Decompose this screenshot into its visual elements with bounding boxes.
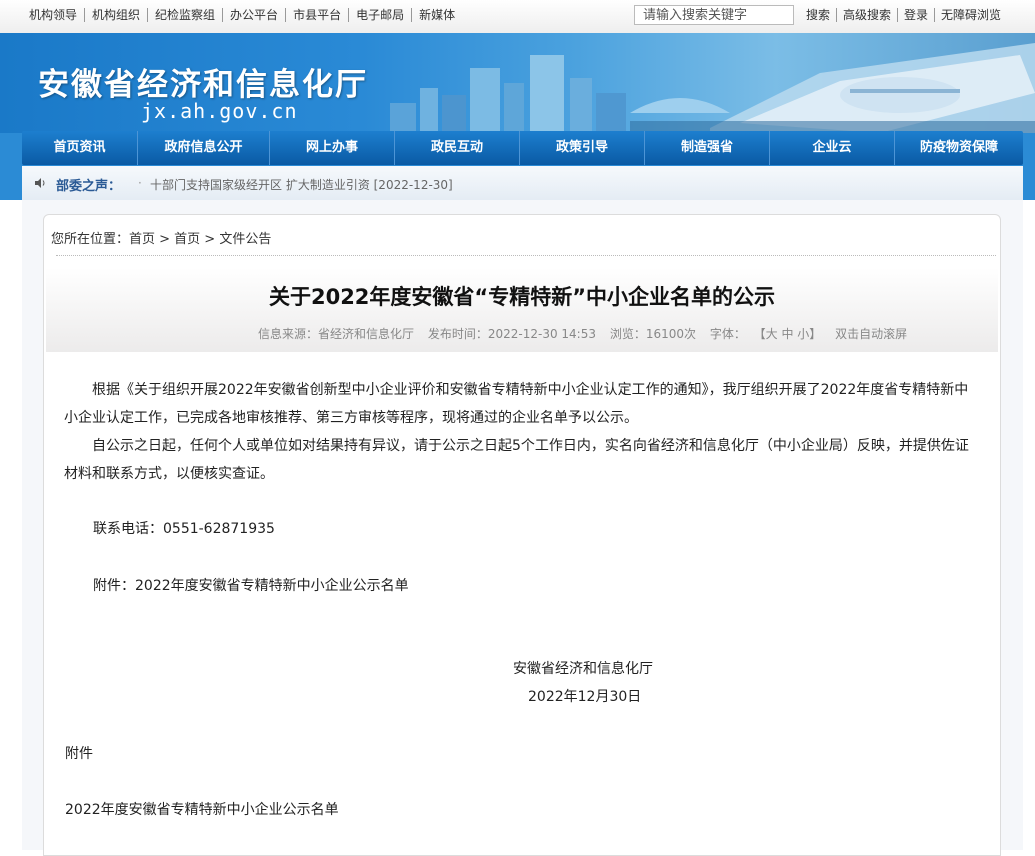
login-link[interactable]: 登录 [898,8,936,22]
top-link-leaders[interactable]: 机构领导 [22,8,86,22]
signature-org: 安徽省经济和信息化厅 [513,661,653,677]
advanced-search-link[interactable]: 高级搜索 [837,8,899,22]
attachment-line: 附件：2022年度安徽省专精特新中小企业公示名单 [93,578,409,594]
meta-font-label: 字体： [709,327,746,341]
nav-item-policy[interactable]: 政策引导 [520,131,645,165]
meta-views: 浏览：16100次 [609,327,696,341]
search-input[interactable]: 请输入搜索关键字 [634,5,794,25]
top-utility-bar: 机构领导 机构组织 纪检监察组 办公平台 市县平台 电子邮局 新媒体 请输入搜索… [0,0,1035,34]
meta-source: 信息来源：省经济和信息化厅 [258,327,415,341]
top-link-new-media[interactable]: 新媒体 [412,8,462,22]
nav-item-home-news[interactable]: 首页资讯 [22,131,138,165]
top-link-city-county[interactable]: 市县平台 [286,8,350,22]
article-header: 关于2022年度安徽省“专精特新”中小企业名单的公示 信息来源：省经济和信息化厅… [46,268,998,352]
article-paragraph: 自公示之日起，任何个人或单位如对结果持有异议，请于公示之日起5个工作日内，实名向… [64,438,969,482]
nav-item-epidemic-supplies[interactable]: 防疫物资保障 [895,131,1023,165]
top-link-organization[interactable]: 机构组织 [85,8,149,22]
site-domain: jx.ah.gov.cn [141,99,298,123]
nav-item-manufacturing[interactable]: 制造强省 [645,131,770,165]
city-skyline-graphic [390,43,1035,133]
article-meta: 信息来源：省经济和信息化厅 发布时间：2022-12-30 14:53 浏览：1… [258,325,917,342]
accessibility-link[interactable]: 无障碍浏览 [935,8,1007,22]
appendix-label: 附件 [65,746,93,762]
notice-link[interactable]: 十部门支持国家级经开区 扩大制造业引资 [2022-12-30] [150,176,453,193]
top-links: 机构领导 机构组织 纪检监察组 办公平台 市县平台 电子邮局 新媒体 [22,8,462,22]
site-title: 安徽省经济和信息化厅 [38,67,368,103]
main-nav: 首页资讯 政府信息公开 网上办事 政民互动 政策引导 制造强省 企业云 防疫物资… [22,131,1023,165]
contact-phone: 联系电话：0551-62871935 [93,521,275,537]
search-button[interactable]: 搜索 [806,8,838,22]
top-link-discipline[interactable]: 纪检监察组 [148,8,224,22]
appendix-title: 2022年度安徽省专精特新中小企业公示名单 [65,802,339,818]
article-title: 关于2022年度安徽省“专精特新”中小企业名单的公示 [268,285,776,309]
breadcrumb-divider [56,255,996,256]
notice-label: 部委之声： [56,179,122,194]
meta-date: 发布时间：2022-12-30 14:53 [427,327,596,341]
notice-bar: 部委之声： · 十部门支持国家级经开区 扩大制造业引资 [2022-12-30] [22,166,1023,200]
article-body: 根据《关于组织开展2022年安徽省创新型中小企业评价和安徽省专精特新中小企业认定… [64,376,982,488]
font-size-selector[interactable]: 【大 中 小】 [754,327,822,341]
nav-item-gov-info[interactable]: 政府信息公开 [138,131,270,165]
signature-date: 2022年12月30日 [528,689,642,705]
breadcrumb: 您所在位置：首页 > 首页 > 文件公告 [51,232,272,247]
top-link-email[interactable]: 电子邮局 [349,8,413,22]
site-banner: 安徽省经济和信息化厅 jx.ah.gov.cn [0,33,1035,133]
top-link-office[interactable]: 办公平台 [223,8,287,22]
speaker-icon [35,178,45,188]
article-paragraph: 根据《关于组织开展2022年安徽省创新型中小企业评价和安徽省专精特新中小企业认定… [64,382,969,426]
notice-bullet-icon: · [138,176,142,190]
top-right-links: 搜索 高级搜索 登录 无障碍浏览 [806,8,1007,22]
nav-item-interaction[interactable]: 政民互动 [395,131,520,165]
nav-item-enterprise-cloud[interactable]: 企业云 [770,131,895,165]
autoscroll-hint: 双击自动滚屏 [835,327,908,341]
nav-item-online-services[interactable]: 网上办事 [270,131,395,165]
